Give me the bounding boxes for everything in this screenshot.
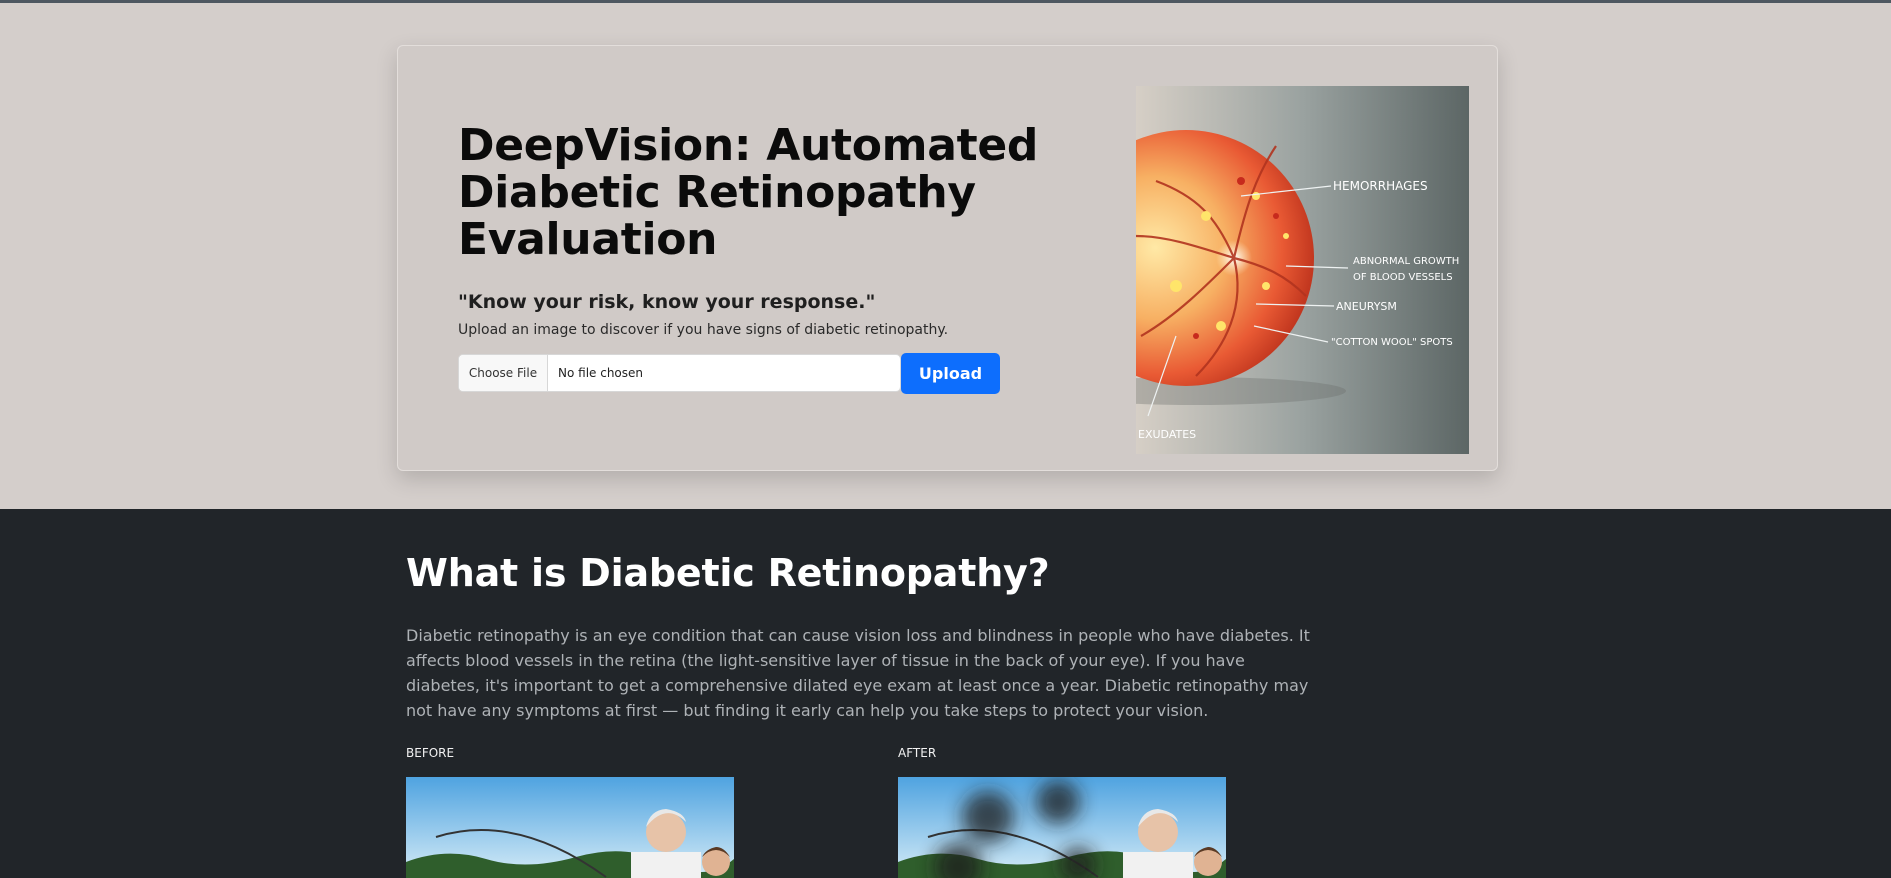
file-input[interactable]: Choose File No file chosen: [458, 354, 901, 392]
cotton-wool-label: "COTTON WOOL" SPOTS: [1331, 337, 1453, 348]
upload-description: Upload an image to discover if you have …: [458, 322, 949, 338]
before-label: BEFORE: [406, 746, 455, 760]
abnormal-growth-label-1: ABNORMAL GROWTH: [1353, 256, 1459, 267]
aneurysm-label: ANEURYSM: [1336, 300, 1397, 313]
page-title: DeepVision: Automated Diabetic Retinopat…: [458, 120, 1039, 265]
after-label: AFTER: [898, 746, 937, 760]
tagline: "Know your risk, know your response.": [458, 291, 876, 313]
info-section: What is Diabetic Retinopathy? Diabetic r…: [0, 509, 1891, 878]
upload-button[interactable]: Upload: [901, 353, 1000, 394]
hemorrhages-label: HEMORRHAGES: [1333, 179, 1428, 193]
exudates-label: EXUDATES: [1138, 428, 1196, 441]
upload-card: DeepVision: Automated Diabetic Retinopat…: [397, 45, 1498, 471]
section-description: Diabetic retinopathy is an eye condition…: [406, 626, 1310, 720]
retinopathy-diagram-image: HEMORRHAGES ABNORMAL GROWTH OF BLOOD VES…: [1136, 86, 1469, 454]
before-photo: [406, 777, 734, 878]
choose-file-button[interactable]: Choose File: [459, 355, 548, 391]
after-photo: [898, 777, 1226, 878]
abnormal-growth-label-2: OF BLOOD VESSELS: [1353, 272, 1453, 283]
file-status-text: No file chosen: [558, 366, 644, 380]
hero-section: DeepVision: Automated Diabetic Retinopat…: [0, 3, 1891, 509]
section-title: What is Diabetic Retinopathy?: [406, 551, 1050, 595]
